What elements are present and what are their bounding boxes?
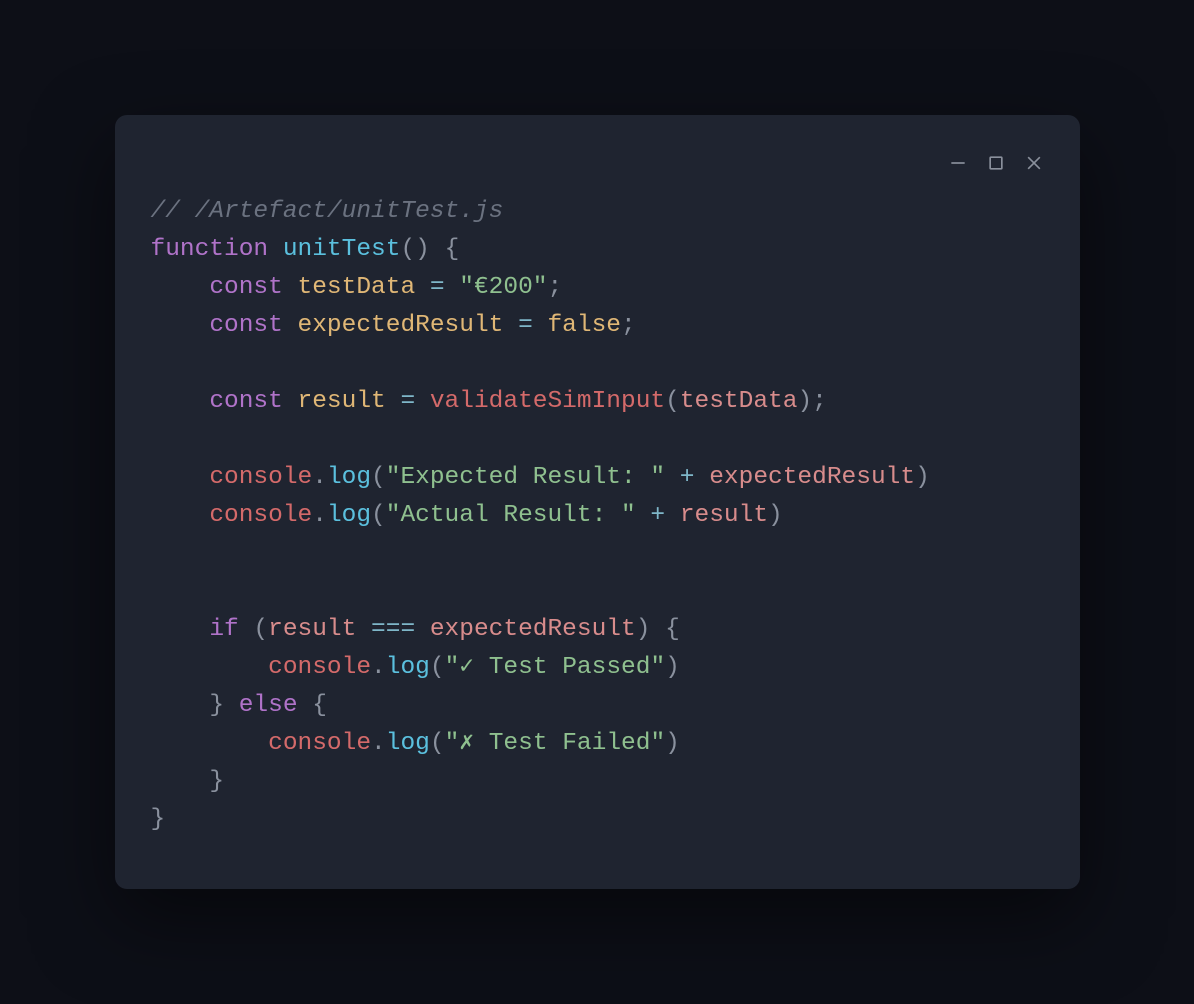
- maximize-icon[interactable]: [986, 153, 1006, 173]
- object-console: console: [268, 730, 371, 757]
- code-comment: // /Artefact/unitTest.js: [151, 198, 504, 225]
- boolean-false: false: [547, 312, 621, 339]
- string-literal: "Expected Result: ": [386, 464, 665, 491]
- identifier-result: result: [298, 388, 386, 415]
- close-icon[interactable]: [1024, 153, 1044, 173]
- method-log: log: [327, 464, 371, 491]
- keyword-const: const: [209, 274, 283, 301]
- window-controls: [145, 145, 1050, 193]
- string-literal: "Actual Result: ": [386, 502, 636, 529]
- arg-testData: testData: [680, 388, 798, 415]
- object-console: console: [209, 464, 312, 491]
- minimize-icon[interactable]: [948, 153, 968, 173]
- identifier-testData: testData: [298, 274, 416, 301]
- object-console: console: [209, 502, 312, 529]
- string-literal: "✓ Test Passed": [445, 654, 666, 681]
- keyword-else: else: [239, 692, 298, 719]
- ref-result: result: [680, 502, 768, 529]
- ref-expectedResult: expectedResult: [709, 464, 915, 491]
- keyword-if: if: [209, 616, 238, 643]
- keyword-const: const: [209, 312, 283, 339]
- identifier-expectedResult: expectedResult: [298, 312, 504, 339]
- code-block: // /Artefact/unitTest.js function unitTe…: [145, 193, 1050, 838]
- function-name: unitTest: [283, 236, 401, 263]
- keyword-const: const: [209, 388, 283, 415]
- function-call-validateSimInput: validateSimInput: [430, 388, 665, 415]
- string-literal: "€200": [459, 274, 547, 301]
- keyword-function: function: [151, 236, 269, 263]
- code-window: // /Artefact/unitTest.js function unitTe…: [115, 115, 1080, 888]
- method-log: log: [386, 654, 430, 681]
- ref-expectedResult: expectedResult: [430, 616, 636, 643]
- method-log: log: [386, 730, 430, 757]
- ref-result: result: [268, 616, 356, 643]
- object-console: console: [268, 654, 371, 681]
- string-literal: "✗ Test Failed": [445, 730, 666, 757]
- method-log: log: [327, 502, 371, 529]
